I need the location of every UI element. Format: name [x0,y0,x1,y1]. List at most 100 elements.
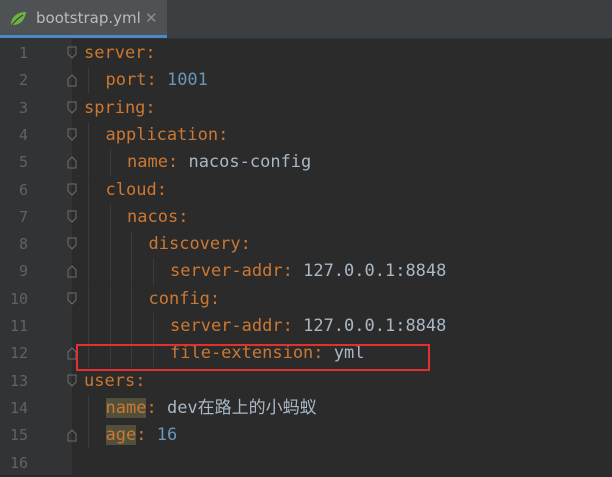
indent-guide [88,203,89,231]
fold-marker-icon[interactable] [67,374,77,388]
yaml-key: nacos [127,206,179,227]
spring-leaf-icon [11,12,26,26]
yaml-key: port [105,70,147,91]
yaml-value: 16 [156,425,178,446]
yaml-key: cloud [105,179,157,200]
code-line[interactable]: 9 server-addr: 127.0.0.1:8848 [0,258,612,286]
yaml-value: 1001 [166,70,208,91]
code-text: cloud: [106,177,167,204]
fold-marker-icon[interactable] [67,101,77,115]
indent-guide [131,313,132,340]
indent-guide [109,258,111,286]
indent-guide [88,231,89,259]
indent-guide [88,149,89,177]
code-line[interactable]: 14 name: dev在路上的小蚂蚁 [0,394,612,422]
line-number: 10 [9,289,28,308]
fold-marker-icon[interactable] [67,155,77,169]
yaml-colon: : [167,152,179,173]
yaml-colon: : [145,43,156,63]
code-line[interactable]: 7 nacos: [0,203,612,231]
fold-marker-icon[interactable] [67,128,77,142]
tab-filename: bootstrap.yml [36,9,141,27]
tab-bootstrap-yml[interactable]: bootstrap.yml ✕ [0,0,167,38]
close-icon[interactable]: ✕ [145,9,158,27]
line-number: 5 [18,153,28,172]
indent-guide [131,258,132,286]
code-line[interactable]: 3 spring: [0,95,612,122]
fold-marker-icon[interactable] [67,428,77,442]
yaml-colon: : [135,370,146,391]
code-line[interactable]: 4 application: [0,121,612,149]
line-number: 14 [9,398,28,417]
yaml-colon: : [282,261,293,282]
code-line[interactable]: 1 server: [0,40,612,67]
indent-guide [109,203,111,231]
yaml-key: config [148,288,210,309]
code-text: server-addr: 127.0.0.1:8848 [170,258,446,285]
annotation-highlight-box [76,344,430,371]
code-text: application: [106,122,229,149]
indent-guide [152,313,154,340]
code-text: spring: [84,95,156,122]
yaml-key: server-addr [170,316,283,336]
code-text: port: 1001 [106,67,208,94]
yaml-value: dev在路上的小蚂蚁 [166,397,317,418]
code-line[interactable]: 16 [0,450,612,477]
code-line[interactable]: 13 users: [0,368,612,395]
indent-guide [88,121,89,149]
fold-marker-icon[interactable] [67,46,77,60]
fold-marker-icon[interactable] [67,292,77,306]
indent-guide [109,149,111,177]
yaml-colon: : [240,234,251,255]
code-line[interactable]: 15 age: 16 [0,422,612,450]
yaml-colon: : [146,70,157,91]
yaml-value: 127.0.0.1:8848 [303,316,447,336]
fold-marker-icon[interactable] [67,210,77,224]
code-line[interactable]: 2 port: 1001 [0,67,612,95]
line-number: 8 [18,235,28,254]
yaml-key: name [105,397,147,418]
indent-guide [131,285,132,313]
line-number: 11 [9,317,28,335]
fold-marker-icon[interactable] [67,264,77,278]
yaml-key: age [105,425,137,446]
indent-guide [88,258,89,286]
yaml-colon: : [218,124,229,145]
yaml-colon: : [156,179,167,200]
code-text: discovery: [149,231,251,258]
code-text: nacos: [127,204,188,231]
yaml-colon: : [146,397,157,418]
yaml-value: nacos-config [188,152,312,173]
yaml-key: application [105,124,219,145]
fold-marker-icon[interactable] [67,73,77,87]
line-number: 16 [9,453,28,472]
yaml-colon: : [136,425,147,446]
line-number: 1 [18,44,28,62]
code-line[interactable]: 10 config: [0,285,612,313]
line-number: 13 [9,371,28,390]
yaml-key: discovery [148,234,241,255]
code-text: server-addr: 127.0.0.1:8848 [170,313,446,340]
code-line[interactable]: 11 server-addr: 127.0.0.1:8848 [0,313,612,340]
code-line[interactable]: 8 discovery: [0,231,612,259]
yaml-key: server [84,43,146,63]
yaml-key: name [127,152,168,173]
fold-marker-icon[interactable] [67,183,77,197]
indent-guide [109,313,111,340]
yaml-colon: : [282,316,293,336]
line-number: 2 [18,71,28,90]
code-text: name: dev在路上的小蚂蚁 [105,395,317,422]
line-number: 15 [9,426,28,445]
yaml-key: users [84,370,136,391]
yaml-key: server-addr [170,261,283,282]
code-text: server: [84,40,156,67]
editor-tab-bar: bootstrap.yml ✕ [0,0,612,39]
line-number: 6 [18,180,28,199]
indent-guide [88,67,89,95]
code-line[interactable]: 6 cloud: [0,176,612,204]
code-line[interactable]: 5 name: nacos-config [0,149,612,177]
fold-marker-icon[interactable] [67,237,77,251]
line-number: 7 [18,207,28,226]
code-text: age: 16 [105,422,178,449]
yaml-colon: : [209,288,221,309]
